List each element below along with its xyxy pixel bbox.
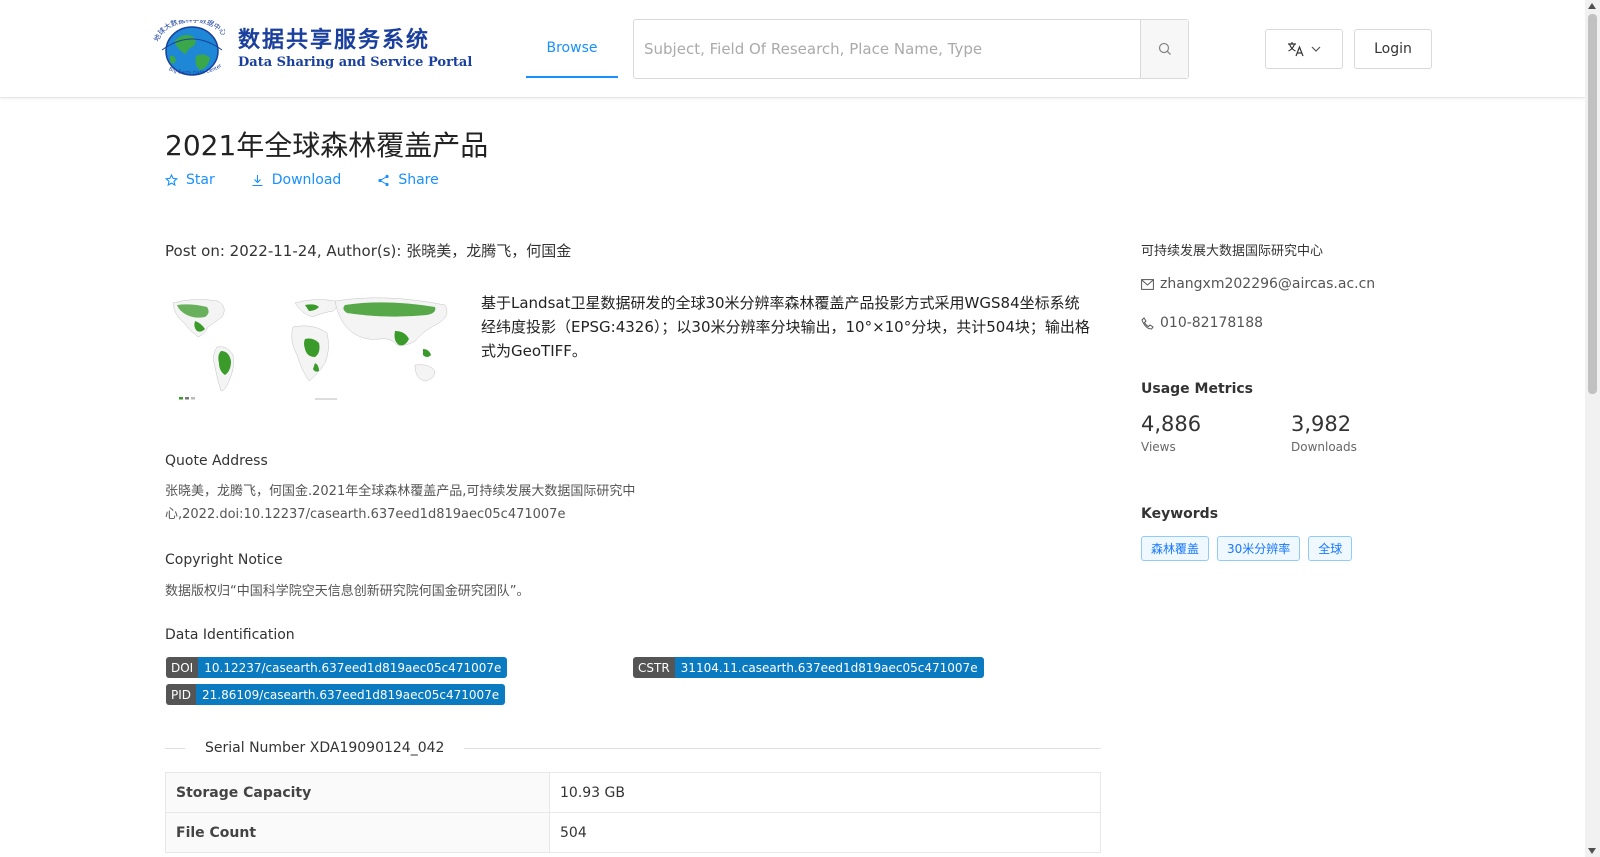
post-info: Post on: 2022-11-24, Author(s): 张晓美，龙腾飞，… xyxy=(165,242,572,260)
logo-title-en: Data Sharing and Service Portal xyxy=(238,55,473,70)
usage-metrics-heading: Usage Metrics xyxy=(1141,381,1253,397)
download-label: Download xyxy=(271,172,342,188)
doi-value: 10.12237/casearth.637eed1d819aec05c47100… xyxy=(198,657,508,678)
divider-line xyxy=(464,747,1101,749)
quote-heading: Quote Address xyxy=(165,453,268,469)
page-title: 2021年全球森林覆盖产品 xyxy=(165,129,489,162)
table-value: 10.93 GB xyxy=(549,772,1101,813)
identification-heading: Data Identification xyxy=(165,627,295,643)
keywords-heading: Keywords xyxy=(1141,506,1219,522)
doi-label: DOI xyxy=(166,657,199,678)
share-button[interactable]: Share xyxy=(377,172,439,188)
download-button[interactable]: Download xyxy=(251,172,342,188)
logo-text: 数据共享服务系统 Data Sharing and Service Portal xyxy=(238,26,472,72)
table-row: Storage Capacity 10.93 GB xyxy=(165,772,1101,813)
keyword-tag[interactable]: 30米分辨率 xyxy=(1217,536,1301,561)
organization-name: 可持续发展大数据国际研究中心 xyxy=(1141,244,1324,259)
phone-icon xyxy=(1141,316,1154,330)
copyright-heading: Copyright Notice xyxy=(165,552,283,568)
downloads-metric: 3,982 Downloads xyxy=(1291,412,1357,454)
scroll-up-arrow-icon[interactable] xyxy=(1588,3,1596,9)
search-button[interactable] xyxy=(1140,20,1188,78)
pid-value: 21.86109/casearth.637eed1d819aec05c47100… xyxy=(196,684,506,705)
site-logo[interactable]: 地球大数据科学数据中心 Big Earth Data Center, CAS 数… xyxy=(152,20,472,78)
serial-number: Serial Number XDA19090124_042 xyxy=(205,740,445,756)
page-scrollbar[interactable] xyxy=(1585,0,1600,857)
download-icon xyxy=(252,174,263,186)
keyword-list: 森林覆盖 30米分辨率 全球 xyxy=(1141,536,1353,561)
scroll-down-arrow-icon[interactable] xyxy=(1588,848,1596,854)
star-label: Star xyxy=(186,172,215,188)
pid-label: PID xyxy=(166,684,197,705)
views-metric: 4,886 Views xyxy=(1141,412,1201,454)
top-header: 地球大数据科学数据中心 Big Earth Data Center, CAS 数… xyxy=(0,0,1585,98)
share-icon xyxy=(378,174,389,186)
star-button[interactable]: Star xyxy=(165,172,215,188)
table-key: Storage Capacity xyxy=(165,772,550,813)
cstr-label: CSTR xyxy=(633,657,675,678)
divider-line xyxy=(165,747,185,749)
phone-text: 010-82178188 xyxy=(1160,315,1264,331)
dataset-info-table: Storage Capacity 10.93 GB File Count 504 xyxy=(165,772,1101,853)
downloads-label: Downloads xyxy=(1291,440,1357,454)
login-button[interactable]: Login xyxy=(1354,29,1432,69)
search-input[interactable] xyxy=(634,20,1140,78)
cstr-tag[interactable]: CSTR 31104.11.casearth.637eed1d819aec05c… xyxy=(633,657,984,678)
table-value: 504 xyxy=(549,812,1101,853)
cstr-value: 31104.11.casearth.637eed1d819aec05c47100… xyxy=(674,657,984,678)
logo-title-cn: 数据共享服务系统 xyxy=(238,27,431,53)
table-row: File Count 504 xyxy=(165,812,1101,853)
serial-number-divider: Serial Number XDA19090124_042 xyxy=(165,738,1101,758)
quote-text: 张晓美，龙腾飞，何国金.2021年全球森林覆盖产品,可持续发展大数据国际研究中心… xyxy=(165,484,636,522)
chevron-down-icon xyxy=(1311,46,1321,52)
forest-map-thumbnail[interactable] xyxy=(165,291,465,405)
dataset-description: 基于Landsat卫星数据研发的全球30米分辨率森林覆盖产品投影方式采用WGS8… xyxy=(481,294,1090,360)
email-text: zhangxm202296@aircas.ac.cn xyxy=(1160,276,1376,292)
downloads-count: 3,982 xyxy=(1291,412,1352,436)
views-count: 4,886 xyxy=(1141,412,1202,436)
dataset-actions: Star Download Share xyxy=(165,172,439,188)
pid-tag[interactable]: PID 21.86109/casearth.637eed1d819aec05c4… xyxy=(166,684,506,705)
contact-phone[interactable]: 010-82178188 xyxy=(1141,315,1263,331)
mail-icon xyxy=(1141,278,1154,290)
scrollbar-thumb[interactable] xyxy=(1588,14,1597,394)
copyright-text: 数据版权归“中国科学院空天信息创新研究院何国金研究团队”。 xyxy=(165,584,530,599)
globe-logo-icon: 地球大数据科学数据中心 Big Earth Data Center, CAS xyxy=(152,20,228,76)
contact-email[interactable]: zhangxm202296@aircas.ac.cn xyxy=(1141,276,1375,292)
keyword-tag[interactable]: 森林覆盖 xyxy=(1141,536,1210,561)
search-bar xyxy=(633,19,1189,79)
share-label: Share xyxy=(398,172,439,188)
nav-browse-tab[interactable]: Browse xyxy=(526,20,618,78)
language-switch-button[interactable] xyxy=(1265,29,1343,69)
search-icon xyxy=(1158,42,1171,55)
translate-icon xyxy=(1288,42,1304,57)
keyword-tag[interactable]: 全球 xyxy=(1308,536,1353,561)
doi-tag[interactable]: DOI 10.12237/casearth.637eed1d819aec05c4… xyxy=(166,657,508,678)
star-icon xyxy=(165,173,178,186)
views-label: Views xyxy=(1141,440,1176,454)
table-key: File Count xyxy=(165,812,550,853)
